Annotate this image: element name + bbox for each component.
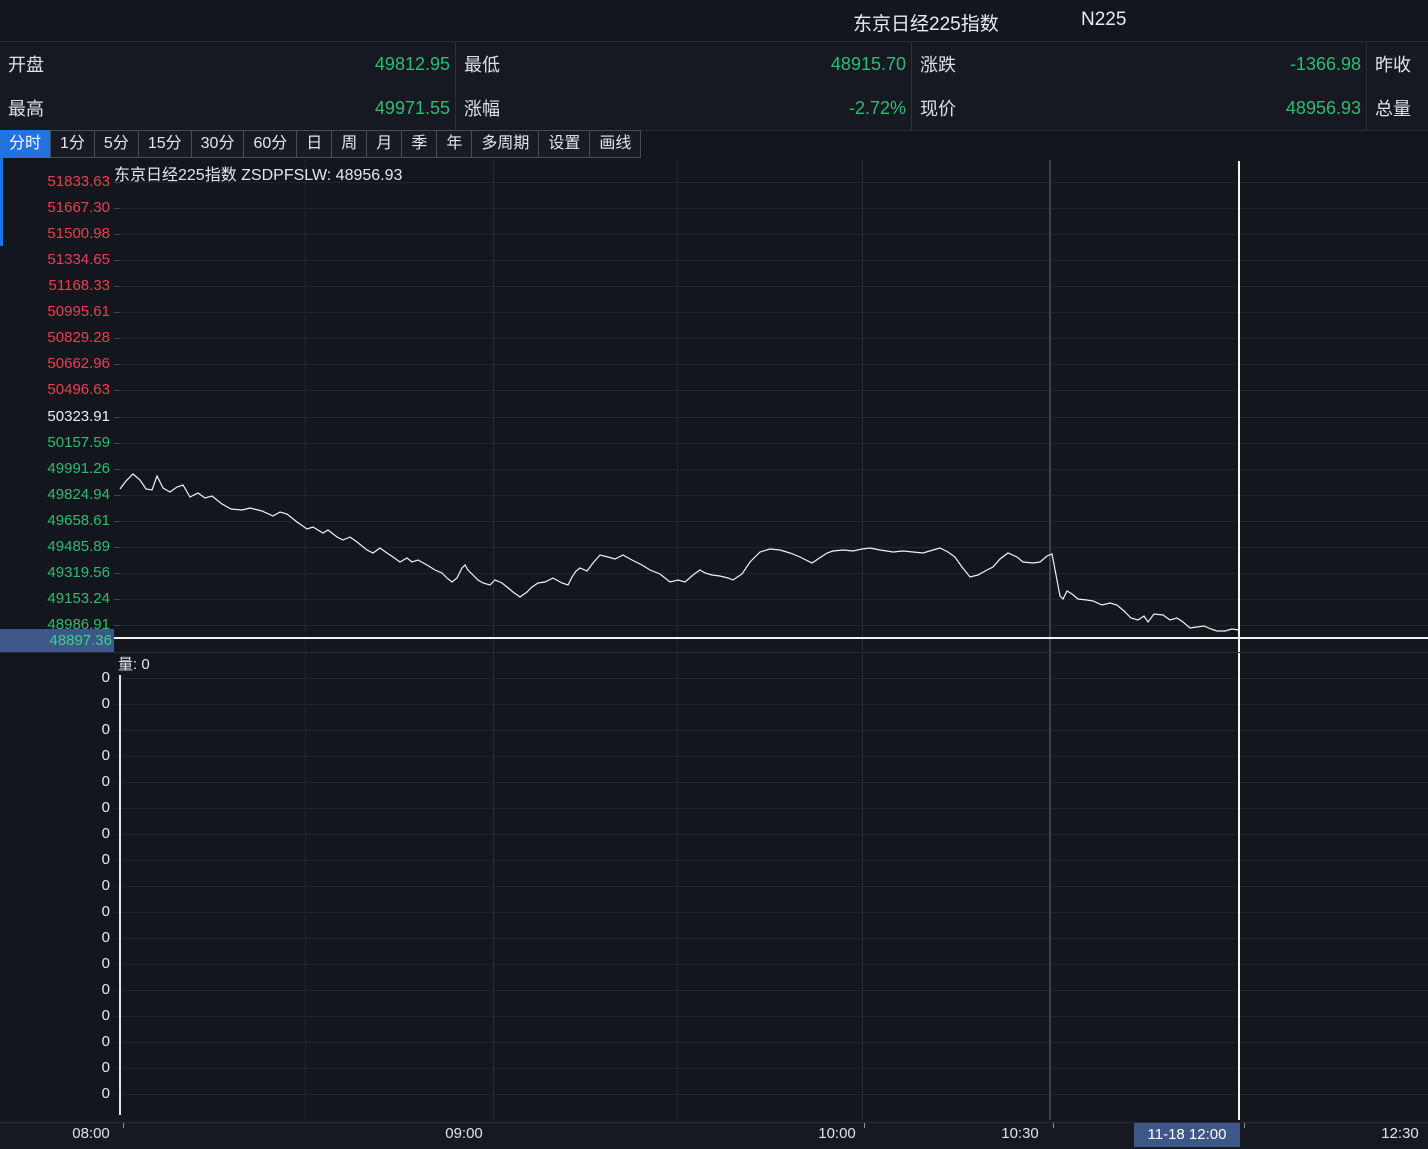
- volume-axis-label: 0: [0, 851, 110, 869]
- volume-axis-line: [119, 675, 121, 1115]
- pane-separator: [0, 652, 1428, 653]
- time-axis-tick: [1053, 1123, 1054, 1128]
- time-axis-label-08:00: 08:00: [72, 1125, 110, 1142]
- volume-axis-label: 0: [0, 981, 110, 999]
- crosshair-time-label: 11-18 12:00: [1134, 1123, 1240, 1147]
- volume-axis-label: 0: [0, 929, 110, 947]
- price-line: [120, 474, 1239, 631]
- time-axis-label-12:30: 12:30: [1381, 1125, 1419, 1142]
- crosshair-horizontal-line: [113, 637, 1428, 639]
- time-axis-label-10:30: 10:30: [1001, 1125, 1039, 1142]
- volume-axis-label: 0: [0, 1059, 110, 1077]
- volume-axis-label: 0: [0, 1085, 110, 1103]
- volume-axis-label: 0: [0, 1007, 110, 1025]
- volume-axis-label: 0: [0, 903, 110, 921]
- price-line-chart: [0, 0, 1428, 1149]
- volume-axis-label: 0: [0, 955, 110, 973]
- crosshair-vertical-line: [1238, 161, 1240, 1120]
- volume-indicator-label: 量: 0: [118, 653, 150, 674]
- time-axis-label-09:00: 09:00: [445, 1125, 483, 1142]
- time-axis-tick: [1244, 1123, 1245, 1128]
- volume-axis-label: 0: [0, 1033, 110, 1051]
- volume-axis-label: 0: [0, 799, 110, 817]
- time-axis-tick: [864, 1123, 865, 1128]
- volume-axis-label: 0: [0, 825, 110, 843]
- volume-axis-label: 0: [0, 695, 110, 713]
- time-axis: 11-18 12:00 08:00 09:00 10:00 10:30 12:30: [0, 1122, 1428, 1149]
- time-axis-label-10:00: 10:00: [818, 1125, 856, 1142]
- volume-axis-label: 0: [0, 669, 110, 687]
- crosshair-price-label: 48897.36: [0, 629, 114, 652]
- time-axis-tick: [123, 1123, 124, 1128]
- stock-app-window: 东京日经225指数 N225 开盘49812.95最低48915.70涨跌-13…: [0, 0, 1428, 1149]
- volume-axis-label: 0: [0, 747, 110, 765]
- volume-axis-label: 0: [0, 877, 110, 895]
- volume-axis-label: 0: [0, 773, 110, 791]
- volume-axis-label: 0: [0, 721, 110, 739]
